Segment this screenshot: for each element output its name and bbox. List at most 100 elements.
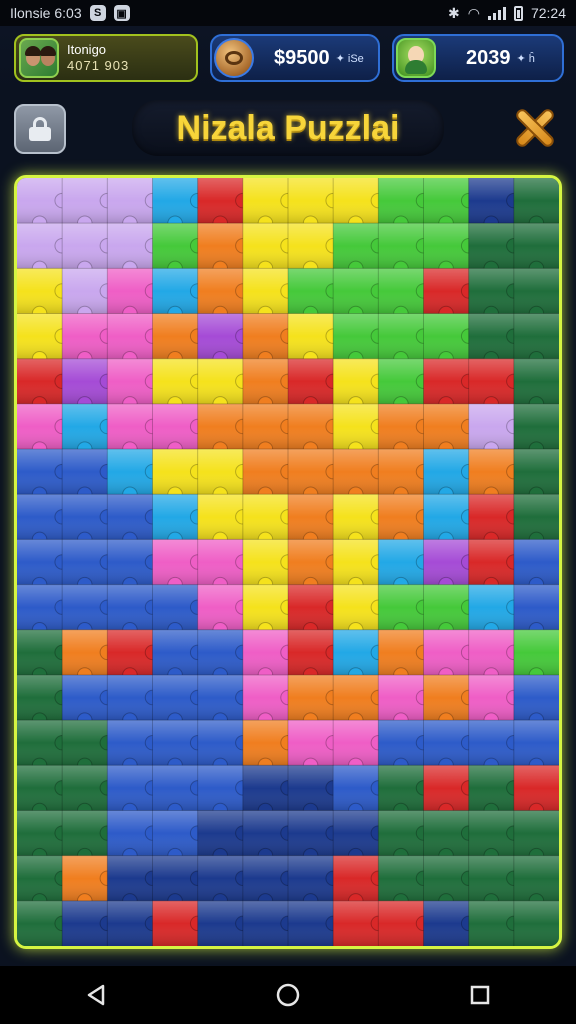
puzzle-piece[interactable] xyxy=(17,629,70,683)
puzzle-piece[interactable] xyxy=(242,810,296,864)
puzzle-piece[interactable] xyxy=(107,494,161,548)
puzzle-piece[interactable] xyxy=(288,268,341,322)
puzzle-piece[interactable] xyxy=(242,855,296,909)
puzzle-piece[interactable] xyxy=(62,313,116,367)
puzzle-piece[interactable] xyxy=(17,313,70,367)
puzzle-piece[interactable] xyxy=(333,313,387,367)
puzzle-piece[interactable] xyxy=(513,403,559,457)
puzzle-piece[interactable] xyxy=(378,584,432,638)
puzzle-piece[interactable] xyxy=(17,674,70,728)
puzzle-piece[interactable] xyxy=(423,900,477,946)
puzzle-piece[interactable] xyxy=(333,268,387,322)
puzzle-piece[interactable] xyxy=(152,223,206,277)
puzzle-piece[interactable] xyxy=(513,358,559,412)
puzzle-piece[interactable] xyxy=(107,449,161,502)
puzzle-piece[interactable] xyxy=(513,810,559,864)
puzzle-piece[interactable] xyxy=(468,855,522,909)
puzzle-piece[interactable] xyxy=(423,765,477,819)
puzzle-piece[interactable] xyxy=(62,584,116,638)
puzzle-piece[interactable] xyxy=(62,855,116,909)
puzzle-piece[interactable] xyxy=(152,313,206,367)
puzzle-piece[interactable] xyxy=(468,674,522,728)
puzzle-piece[interactable] xyxy=(152,810,206,864)
puzzle-piece[interactable] xyxy=(242,539,296,593)
puzzle-piece[interactable] xyxy=(152,674,206,728)
puzzle-piece[interactable] xyxy=(468,629,522,683)
puzzle-piece[interactable] xyxy=(242,358,296,412)
puzzle-piece[interactable] xyxy=(152,403,206,457)
puzzle-piece[interactable] xyxy=(197,223,251,277)
puzzle-piece[interactable] xyxy=(513,268,559,322)
puzzle-piece[interactable] xyxy=(468,810,522,864)
puzzle-piece[interactable] xyxy=(468,449,522,502)
puzzle-piece[interactable] xyxy=(513,313,559,367)
player-panel[interactable]: Itonigo 4071 903 xyxy=(14,34,198,82)
puzzle-piece[interactable] xyxy=(288,449,341,502)
puzzle-piece[interactable] xyxy=(378,629,432,683)
home-button[interactable] xyxy=(258,975,318,1015)
puzzle-piece[interactable] xyxy=(378,358,432,412)
puzzle-piece[interactable] xyxy=(468,268,522,322)
puzzle-piece[interactable] xyxy=(62,494,116,548)
puzzle-piece[interactable] xyxy=(107,178,161,231)
puzzle-piece[interactable] xyxy=(17,403,70,457)
puzzle-piece[interactable] xyxy=(468,900,522,946)
puzzle-piece[interactable] xyxy=(513,900,559,946)
puzzle-piece[interactable] xyxy=(107,674,161,728)
puzzle-piece[interactable] xyxy=(423,313,477,367)
puzzle-piece[interactable] xyxy=(513,449,559,502)
puzzle-piece[interactable] xyxy=(107,268,161,322)
puzzle-piece[interactable] xyxy=(107,720,161,774)
puzzle-piece[interactable] xyxy=(288,855,341,909)
puzzle-piece[interactable] xyxy=(333,223,387,277)
puzzle-piece[interactable] xyxy=(468,358,522,412)
puzzle-piece[interactable] xyxy=(333,449,387,502)
puzzle-piece[interactable] xyxy=(62,178,116,231)
puzzle-piece[interactable] xyxy=(62,223,116,277)
puzzle-piece[interactable] xyxy=(107,539,161,593)
puzzle-piece[interactable] xyxy=(242,720,296,774)
puzzle-piece[interactable] xyxy=(107,765,161,819)
puzzle-piece[interactable] xyxy=(152,720,206,774)
puzzle-piece[interactable] xyxy=(242,178,296,231)
puzzle-piece[interactable] xyxy=(468,494,522,548)
puzzle-piece[interactable] xyxy=(468,720,522,774)
puzzle-piece[interactable] xyxy=(242,223,296,277)
puzzle-piece[interactable] xyxy=(107,810,161,864)
puzzle-piece[interactable] xyxy=(468,178,522,231)
coin-counter[interactable]: $9500 ✦ iSe xyxy=(210,34,380,82)
puzzle-piece[interactable] xyxy=(423,449,477,502)
puzzle-piece[interactable] xyxy=(152,855,206,909)
puzzle-piece[interactable] xyxy=(378,268,432,322)
puzzle-piece[interactable] xyxy=(468,313,522,367)
puzzle-board-svg[interactable] xyxy=(17,178,559,946)
puzzle-piece[interactable] xyxy=(17,810,70,864)
puzzle-piece[interactable] xyxy=(333,720,387,774)
puzzle-piece[interactable] xyxy=(107,358,161,412)
puzzle-piece[interactable] xyxy=(242,313,296,367)
puzzle-piece[interactable] xyxy=(288,178,341,231)
puzzle-piece[interactable] xyxy=(378,313,432,367)
puzzle-piece[interactable] xyxy=(378,449,432,502)
puzzle-piece[interactable] xyxy=(288,539,341,593)
puzzle-piece[interactable] xyxy=(152,765,206,819)
puzzle-piece[interactable] xyxy=(378,494,432,548)
puzzle-piece[interactable] xyxy=(62,358,116,412)
puzzle-piece[interactable] xyxy=(197,449,251,502)
puzzle-piece[interactable] xyxy=(62,720,116,774)
puzzle-piece[interactable] xyxy=(197,313,251,367)
puzzle-piece[interactable] xyxy=(333,900,387,946)
puzzle-piece[interactable] xyxy=(513,765,559,819)
puzzle-piece[interactable] xyxy=(242,268,296,322)
puzzle-piece[interactable] xyxy=(333,494,387,548)
puzzle-piece[interactable] xyxy=(378,223,432,277)
puzzle-piece[interactable] xyxy=(197,765,251,819)
puzzle-piece[interactable] xyxy=(17,494,70,548)
puzzle-piece[interactable] xyxy=(378,810,432,864)
puzzle-piece[interactable] xyxy=(62,629,116,683)
puzzle-piece[interactable] xyxy=(197,494,251,548)
puzzle-piece[interactable] xyxy=(242,584,296,638)
puzzle-piece[interactable] xyxy=(288,720,341,774)
puzzle-piece[interactable] xyxy=(197,268,251,322)
puzzle-piece[interactable] xyxy=(197,539,251,593)
